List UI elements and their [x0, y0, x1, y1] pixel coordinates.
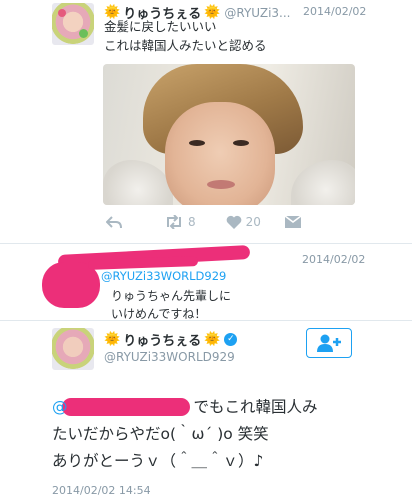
user-handle[interactable]: @RYUZi33WORLD929: [104, 350, 235, 364]
tweet-text: りゅうちゃん先輩しに いけめんですね！: [111, 289, 232, 321]
mention-link[interactable]: @RYUZi33WORLD929: [101, 269, 226, 283]
follow-button[interactable]: [306, 328, 352, 358]
tweet-timestamp[interactable]: 2014/02/02 14:54: [52, 484, 151, 497]
divider: [0, 243, 412, 244]
like-button[interactable]: 20: [226, 215, 261, 229]
divider: [0, 320, 412, 321]
message-button[interactable]: [284, 216, 301, 228]
reply-button[interactable]: [106, 215, 122, 229]
reply-icon: [106, 215, 122, 228]
sun-emoji-icon: 🌞: [204, 332, 221, 347]
mention-link[interactable]: @: [52, 398, 68, 416]
tweet-text: 金髪に戻したいいい これは韓国人みたいと認める: [104, 19, 267, 53]
tweet-photo[interactable]: [103, 64, 355, 205]
tweet-actions: 8 20: [106, 215, 301, 229]
tweet-text: @ でもこれ韓国人み たいだからやだo(｀ω´ )o 笑笑 ありがとーうｖ（＾＿＾…: [52, 398, 318, 470]
tweet-date[interactable]: 2014/02/02: [302, 253, 365, 266]
display-name[interactable]: りゅうちぇる: [123, 330, 201, 349]
author-row: 🌞 りゅうちぇる 🌞 ✓: [104, 330, 238, 349]
verified-badge-icon: ✓: [224, 333, 238, 346]
retweet-button[interactable]: 8: [164, 215, 196, 229]
avatar[interactable]: [52, 3, 94, 45]
tweet-date[interactable]: 2014/02/02: [303, 5, 366, 18]
add-user-icon: [317, 334, 341, 352]
retweet-count: 8: [188, 215, 196, 229]
retweet-icon: [167, 215, 181, 229]
avatar[interactable]: [52, 328, 94, 370]
like-count: 20: [245, 215, 261, 229]
sun-emoji-icon: 🌞: [104, 332, 121, 347]
envelope-icon: [284, 216, 301, 228]
heart-icon: [226, 215, 241, 229]
